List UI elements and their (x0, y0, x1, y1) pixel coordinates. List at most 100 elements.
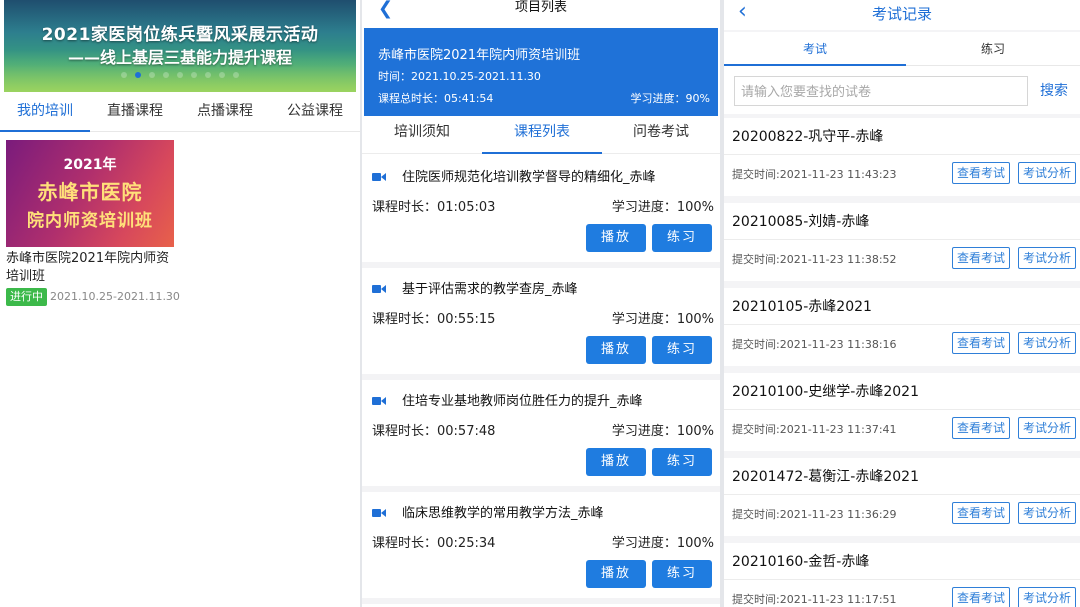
view-exam-button[interactable]: 查看考试 (952, 417, 1010, 439)
carousel-dot[interactable] (163, 72, 169, 78)
row-divider (724, 409, 1080, 410)
row-divider (724, 324, 1080, 325)
tab-training-notice[interactable]: 培训须知 (362, 116, 482, 154)
record-name: 20201472-葛衡江-赤峰2021 (732, 469, 919, 485)
active-tab-underline (482, 152, 602, 154)
carousel-indicator (4, 72, 356, 78)
carousel-dot[interactable] (121, 72, 127, 78)
tab-label: 练习 (980, 42, 1005, 56)
view-exam-button[interactable]: 查看考试 (952, 162, 1010, 184)
project-tabs: 培训须知 课程列表 问卷考试 (362, 116, 720, 154)
tab-label: 培训须知 (394, 124, 450, 140)
lesson-title[interactable]: 住院医师规范化培训教学督导的精细化_赤峰 (402, 166, 656, 185)
tab-label: 点播课程 (197, 103, 253, 119)
my-training-screen: 2021家医岗位练兵暨风采展示活动 ——线上基层三基能力提升课程 我的培训 直播… (0, 0, 360, 607)
course-cover-image[interactable]: 2021年 赤峰市医院 院内师资培训班 (6, 140, 174, 247)
tab-live-courses[interactable]: 直播课程 (90, 94, 180, 132)
exam-record: 20200822-巩守平-赤峰 提交时间:2021-11-23 11:43:23… (724, 118, 1080, 196)
video-camera-icon (372, 509, 386, 517)
tab-label: 我的培训 (17, 103, 73, 119)
banner-subtitle: ——线上基层三基能力提升课程 (67, 48, 292, 67)
exam-analysis-button[interactable]: 考试分析 (1018, 502, 1076, 524)
practice-button[interactable]: 练习 (652, 448, 712, 476)
row-divider (724, 579, 1080, 580)
lesson-title[interactable]: 基于评估需求的教学查房_赤峰 (402, 278, 578, 297)
tab-label: 公益课程 (287, 103, 343, 119)
exam-record: 20210085-刘婧-赤峰 提交时间:2021-11-23 11:38:52 … (724, 203, 1080, 281)
carousel-dot[interactable] (177, 72, 183, 78)
exam-analysis-button[interactable]: 考试分析 (1018, 587, 1076, 607)
carousel-dot[interactable] (233, 72, 239, 78)
header-bar: ‹ 考试记录 (724, 0, 1080, 30)
play-button[interactable]: 播放 (586, 560, 646, 588)
status-badge: 进行中 (6, 288, 47, 306)
active-tab-underline (0, 130, 90, 132)
exam-analysis-button[interactable]: 考试分析 (1018, 417, 1076, 439)
record-name: 20210160-金哲-赤峰 (732, 554, 870, 570)
exam-analysis-button[interactable]: 考试分析 (1018, 247, 1076, 269)
tab-questionnaire-exam[interactable]: 问卷考试 (602, 116, 720, 154)
page-title: 项目列表 (514, 0, 567, 15)
practice-button[interactable]: 练习 (652, 336, 712, 364)
play-button[interactable]: 播放 (586, 448, 646, 476)
project-time: 时间：2021.10.25-2021.11.30 (378, 70, 541, 83)
tab-my-training[interactable]: 我的培训 (0, 94, 90, 132)
search-bar: 搜索 (724, 66, 1080, 114)
play-button[interactable]: 播放 (586, 336, 646, 364)
view-exam-button[interactable]: 查看考试 (952, 502, 1010, 524)
tab-label: 课程列表 (514, 124, 570, 140)
exam-tabs: 考试 练习 (724, 32, 1080, 66)
exam-analysis-button[interactable]: 考试分析 (1018, 162, 1076, 184)
video-camera-icon (372, 173, 386, 181)
tab-label: 考试 (802, 42, 827, 56)
page-title: 考试记录 (871, 5, 932, 23)
tab-course-list[interactable]: 课程列表 (482, 116, 602, 154)
carousel-dot[interactable] (135, 72, 141, 78)
record-submit-time: 提交时间:2021-11-23 11:38:52 (732, 253, 897, 266)
record-name: 20210100-史继学-赤峰2021 (732, 384, 919, 400)
exam-record: 20210100-史继学-赤峰2021 提交时间:2021-11-23 11:3… (724, 373, 1080, 451)
tab-label: 直播课程 (107, 103, 163, 119)
screenshot-root: 2021家医岗位练兵暨风采展示活动 ——线上基层三基能力提升课程 我的培训 直播… (0, 0, 1080, 607)
tab-practice[interactable]: 练习 (906, 32, 1080, 66)
view-exam-button[interactable]: 查看考试 (952, 247, 1010, 269)
carousel-dot[interactable] (191, 72, 197, 78)
carousel-dot[interactable] (219, 72, 225, 78)
lesson-title[interactable]: 住培专业基地教师岗位胜任力的提升_赤峰 (402, 390, 643, 409)
tab-label: 问卷考试 (633, 124, 689, 140)
tab-public-courses[interactable]: 公益课程 (270, 94, 360, 132)
carousel-dot[interactable] (205, 72, 211, 78)
view-exam-button[interactable]: 查看考试 (952, 332, 1010, 354)
record-submit-time: 提交时间:2021-11-23 11:36:29 (732, 508, 897, 521)
exam-analysis-button[interactable]: 考试分析 (1018, 332, 1076, 354)
project-summary-card: 赤峰市医院2021年院内师资培训班 时间：2021.10.25-2021.11.… (364, 28, 718, 116)
search-input[interactable] (734, 76, 1028, 106)
project-name: 赤峰市医院2021年院内师资培训班 (378, 48, 581, 63)
exam-records-screen: ‹ 考试记录 考试 练习 搜索 20200822-巩守平-赤峰 提交时间:202… (724, 0, 1080, 607)
lesson-progress: 学习进度：100% (611, 312, 714, 327)
lesson-duration: 课程时长：01:05:03 (372, 200, 496, 215)
play-button[interactable]: 播放 (586, 224, 646, 252)
promo-banner[interactable]: 2021家医岗位练兵暨风采展示活动 ——线上基层三基能力提升课程 (4, 0, 356, 92)
view-exam-button[interactable]: 查看考试 (952, 587, 1010, 607)
record-submit-time: 提交时间:2021-11-23 11:38:16 (732, 338, 897, 351)
practice-button[interactable]: 练习 (652, 560, 712, 588)
lesson-item: 住培专业基地教师岗位胜任力的提升_赤峰 课程时长：00:57:48 学习进度：1… (362, 380, 720, 492)
record-submit-time: 提交时间:2021-11-23 11:17:51 (732, 593, 897, 606)
practice-button[interactable]: 练习 (652, 224, 712, 252)
cover-class: 院内师资培训班 (27, 211, 153, 231)
lesson-item: 住院医师规范化培训教学督导的精细化_赤峰 课程时长：01:05:03 学习进度：… (362, 156, 720, 268)
carousel-dot[interactable] (149, 72, 155, 78)
record-name: 20210105-赤峰2021 (732, 299, 872, 315)
course-title[interactable]: 赤峰市医院2021年院内师资培训班 (6, 250, 178, 286)
tab-vod-courses[interactable]: 点播课程 (180, 94, 270, 132)
tab-exam[interactable]: 考试 (724, 32, 906, 66)
lesson-title[interactable]: 临床思维教学的常用教学方法_赤峰 (402, 502, 604, 521)
lesson-duration: 课程时长：00:25:34 (372, 536, 496, 551)
record-submit-time: 提交时间:2021-11-23 11:37:41 (732, 423, 897, 436)
project-list-screen: ❮ 项目列表 赤峰市医院2021年院内师资培训班 时间：2021.10.25-2… (362, 0, 720, 607)
search-button[interactable]: 搜索 (1040, 80, 1068, 100)
lesson-duration: 课程时长：00:55:15 (372, 312, 496, 327)
lesson-progress: 学习进度：100% (611, 536, 714, 551)
project-progress: 学习进度：90% (630, 92, 710, 105)
